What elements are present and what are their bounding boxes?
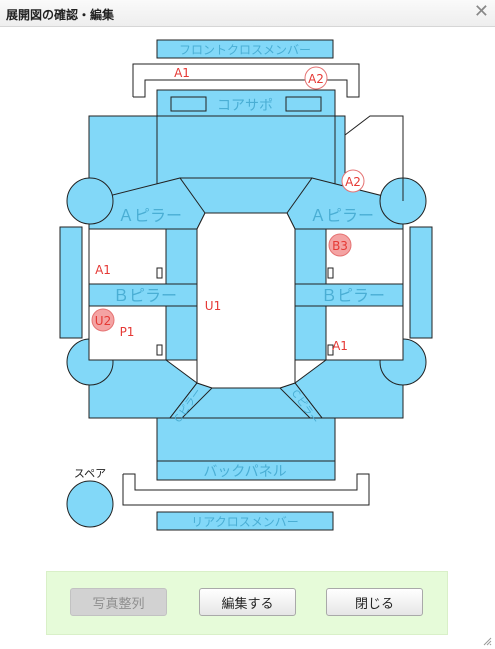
wheel-front-left[interactable] (66, 177, 114, 225)
marker-u1-roof[interactable]: U1 (205, 299, 221, 313)
window-title: 展開図の確認・編集 (6, 8, 115, 22)
roof-rail-right-front (294, 228, 327, 285)
roof-rail-left-front (165, 228, 198, 285)
label-a-pillar-left: Ａピラー (118, 206, 182, 225)
marker-a2-front-bumper[interactable]: A2 (308, 72, 324, 86)
label-b-pillar-right: Ｂピラー (321, 286, 385, 305)
label-core-support: コアサポ (217, 98, 273, 114)
label-a-pillar-right: Ａピラー (310, 206, 374, 225)
close-icon[interactable]: ✕ (474, 2, 489, 22)
core-support-right-slot (285, 96, 322, 112)
footer-bar: 写真整列 編集する 閉じる (46, 571, 448, 635)
close-button[interactable]: 閉じる (326, 588, 423, 616)
resize-grip-icon[interactable] (482, 636, 492, 646)
title-bar: 展開図の確認・編集 ✕ (0, 0, 495, 27)
marker-a1-right-door[interactable]: A1 (332, 339, 348, 353)
label-front-cross-member: フロントクロスメンバー (179, 43, 311, 57)
vehicle-diagram: フロントクロスメンバー コアサポ Ａピラー Ａピラー Ｂピラー Ｂピラー Ｃピラ… (59, 39, 433, 531)
roof-rail-right-rear (294, 305, 327, 361)
edit-button[interactable]: 編集する (199, 588, 296, 616)
roof-rail-left-rear (165, 305, 198, 361)
label-b-pillar-left: Ｂピラー (113, 286, 177, 305)
marker-p1[interactable]: P1 (120, 325, 135, 339)
label-back-panel: バックパネル (203, 464, 286, 480)
marker-b3[interactable]: B3 (332, 239, 348, 253)
marker-a1-left-door[interactable]: A1 (95, 263, 111, 277)
marker-a1-front-bumper[interactable]: A1 (174, 66, 190, 80)
label-rear-cross-member: リアクロスメンバー (191, 515, 298, 529)
door-handle-fl (156, 267, 163, 279)
core-support-left-slot (170, 96, 207, 112)
photo-sort-button[interactable]: 写真整列 (70, 588, 167, 616)
side-sill-right[interactable] (409, 226, 433, 339)
door-handle-rl (156, 344, 163, 356)
trunk-lid[interactable] (156, 417, 336, 462)
marker-a2-fender[interactable]: A2 (345, 175, 361, 189)
side-sill-left[interactable] (59, 226, 83, 339)
label-spare: スペア (74, 467, 106, 480)
door-handle-fr (327, 267, 334, 279)
marker-u2[interactable]: U2 (95, 314, 111, 328)
spare-tire[interactable] (66, 480, 114, 528)
